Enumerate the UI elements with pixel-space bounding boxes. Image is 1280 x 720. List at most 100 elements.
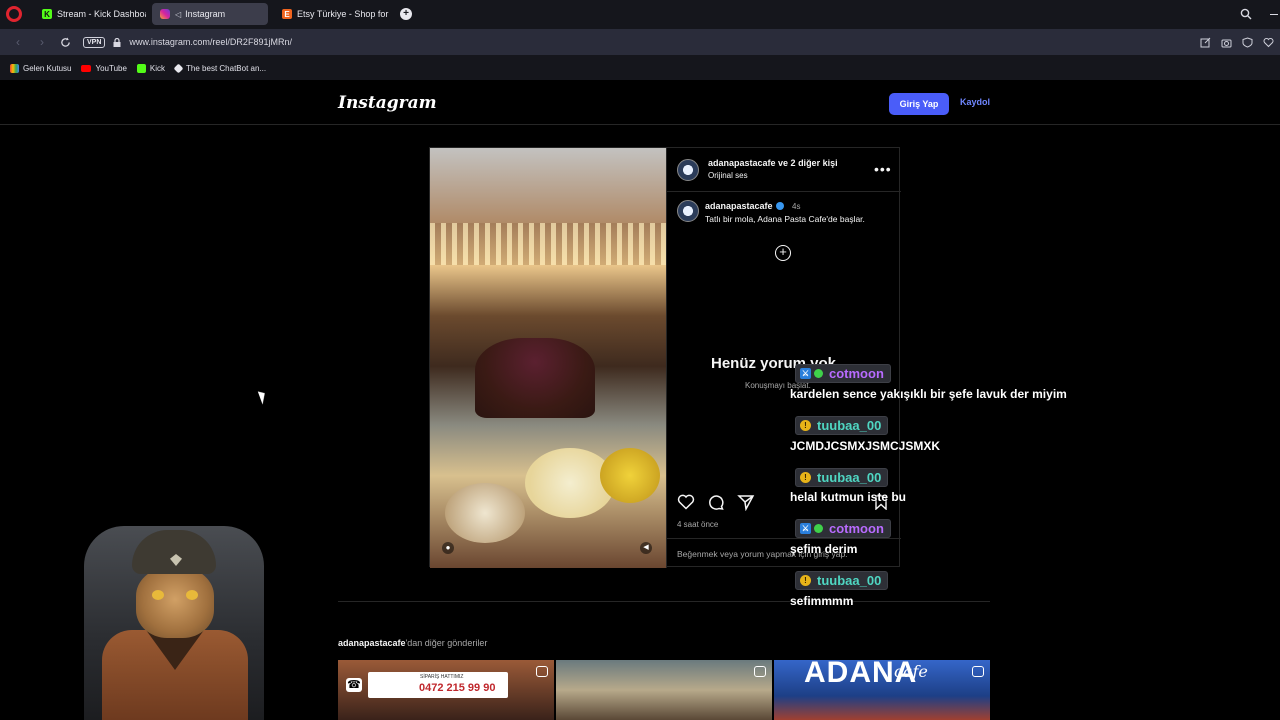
reload-icon[interactable] [60,36,71,48]
store-sign-subtext: cafe [894,662,928,681]
speaker-icon[interactable]: ◁ [175,10,181,19]
shield-icon[interactable] [1242,36,1253,48]
moderator-badge-icon: ⚔ [800,523,811,534]
more-posts-thumbnail[interactable]: ☎ SİPARİŞ HATTIMIZ 0472 215 99 90 [338,660,554,720]
chat-username-badge: ! tuubaa_00 [795,571,889,590]
tagged-user-icon[interactable]: ● [442,542,454,554]
bookmark-youtube[interactable]: YouTube [81,63,127,73]
forward-icon[interactable]: › [36,36,48,48]
chat-message: helal kutmun iste bu [790,490,907,504]
chat-message: JCMDJCSMXJSMCJSMXK [790,439,941,453]
address-bar-actions [1200,29,1274,55]
reel-cake-image [445,483,525,543]
bookmark-gmail[interactable]: Gelen Kutusu [10,63,72,73]
heart-icon[interactable] [1263,37,1274,48]
verified-badge-icon [814,369,823,378]
verified-badge-icon [775,202,784,210]
verified-badge-icon [814,524,823,533]
reel-icon [754,666,766,677]
chat-message: şefim derim [790,542,858,556]
signup-link[interactable]: Kaydol [960,97,990,107]
reel-icon [536,666,548,677]
cat-face [136,568,214,638]
original-audio-link[interactable]: Orijinal ses [708,171,748,180]
back-icon[interactable]: ‹ [12,36,24,48]
cat-eye [152,590,164,600]
opera-logo-icon[interactable] [6,6,22,22]
tab-label: Etsy Türkiye - Shop for ha [297,9,390,19]
chat-username: cotmoon [829,366,884,381]
minimize-icon[interactable] [1270,13,1278,15]
vpn-badge[interactable]: VPN [83,36,106,48]
bookmark-label: Kick [149,63,166,73]
share-icon[interactable] [1200,37,1211,48]
chat-username: tuubaa_00 [817,470,882,485]
bookmark-label: YouTube [95,63,127,73]
screen: K Stream - Kick Dashboard ◁ Instagram E … [0,0,1280,720]
chat-username: cotmoon [829,521,884,536]
login-to-like-prompt: Beğenmek veya yorum yapmak için giriş ya… [667,538,901,568]
etsy-icon: E [282,9,292,19]
post-actions [677,493,755,511]
tab-instagram[interactable]: ◁ Instagram [152,3,268,25]
more-options-icon[interactable]: ••• [874,161,892,177]
chat-username-badge: ! tuubaa_00 [795,416,889,435]
subscriber-badge-icon: ! [800,472,811,483]
bookmark-kick[interactable]: Kick [136,63,166,73]
chat-username-badge: ! tuubaa_00 [795,468,889,487]
subscriber-badge-icon: ! [800,575,811,586]
lock-icon[interactable] [113,37,121,47]
tab-label: Stream - Kick Dashboard [57,9,146,19]
more-posts-username[interactable]: adanapastacafe [338,638,406,648]
add-circle-icon[interactable]: + [775,245,791,261]
caption-author[interactable]: adanapastacafe [705,201,784,211]
kick-icon [136,63,146,73]
kick-icon: K [42,9,52,19]
comment-icon[interactable] [707,493,725,511]
like-heart-icon[interactable] [677,493,695,511]
more-posts-thumbnail[interactable] [556,660,772,720]
phone-banner-label: SİPARİŞ HATTIMIZ [420,674,464,680]
coauthors-text[interactable]: ve 2 diğer kişi [776,158,838,168]
share-send-icon[interactable] [737,493,755,511]
reel-video[interactable]: ● ◀ [430,148,666,568]
reel-icon [972,666,984,677]
instagram-header: Instagram Giriş Yap Kaydol [0,80,1280,125]
avatar[interactable] [677,200,699,222]
author-username[interactable]: adanapastacafe [708,158,776,168]
tab-kick-dashboard[interactable]: K Stream - Kick Dashboard [34,3,146,25]
reel-cake-image [475,338,595,418]
reel-post: ● ◀ adanapastacafe ve 2 diğer kişi Oriji… [429,147,901,568]
reel-cake-image [600,448,660,503]
login-button[interactable]: Giriş Yap [889,93,949,115]
chat-username: tuubaa_00 [817,573,882,588]
more-posts-suffix: 'dan diğer gönderiler [405,638,488,648]
new-tab-plus-icon[interactable]: + [400,8,412,20]
avatar[interactable] [677,159,699,181]
instagram-icon [160,9,170,19]
url-field[interactable]: www.instagram.com/reel/DR2F891jMRn/ [129,37,292,47]
tabbar-right [1240,0,1280,28]
cat-eye [186,590,198,600]
divider [338,601,990,602]
camera-icon[interactable] [1221,37,1232,48]
search-icon[interactable] [1240,8,1252,20]
bookmark-chatbot[interactable]: The best ChatBot an... [173,63,267,73]
phone-icon: ☎ [346,678,362,692]
caption-time: 4s [792,202,801,211]
phone-banner: ☎ SİPARİŞ HATTIMIZ 0472 215 99 90 [346,672,508,698]
tab-etsy[interactable]: E Etsy Türkiye - Shop for ha [274,3,390,25]
chatbot-icon [173,63,184,73]
caption-username[interactable]: adanapastacafe [705,201,773,211]
instagram-logo[interactable]: Instagram [338,93,437,113]
subscriber-badge-icon: ! [800,420,811,431]
chat-username-badge: ⚔ cotmoon [795,364,891,383]
streamer-avatar-overlay [84,526,264,720]
bookmark-label: Gelen Kutusu [23,63,72,73]
more-posts-thumbnail[interactable]: ADANA cafe [774,660,990,720]
chat-username: tuubaa_00 [817,418,882,433]
bookmark-label: The best ChatBot an... [186,63,267,73]
moderator-badge-icon: ⚔ [800,368,811,379]
post-author[interactable]: adanapastacafe ve 2 diğer kişi [708,158,838,168]
audio-icon[interactable]: ◀ [640,542,652,554]
